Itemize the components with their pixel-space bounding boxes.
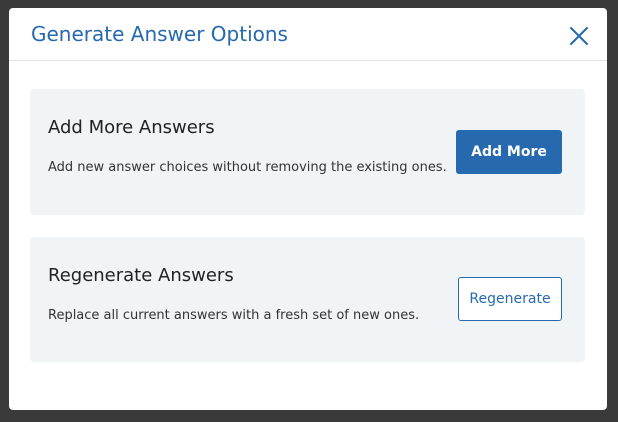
close-icon xyxy=(570,27,588,45)
add-more-button[interactable]: Add More xyxy=(456,130,562,174)
add-more-answers-card: Add More Answers Add new answer choices … xyxy=(30,89,585,215)
add-more-answers-title: Add More Answers xyxy=(48,117,215,138)
generate-answer-options-dialog: Generate Answer Options Add More Answers… xyxy=(9,8,607,410)
regenerate-answers-card: Regenerate Answers Replace all current a… xyxy=(30,237,585,362)
regenerate-answers-title: Regenerate Answers xyxy=(48,265,234,286)
close-button[interactable] xyxy=(567,24,591,48)
regenerate-button[interactable]: Regenerate xyxy=(458,277,562,321)
dialog-header: Generate Answer Options xyxy=(9,8,607,61)
add-more-answers-description: Add new answer choices without removing … xyxy=(48,160,447,175)
regenerate-answers-description: Replace all current answers with a fresh… xyxy=(48,308,420,323)
dialog-title: Generate Answer Options xyxy=(31,22,288,46)
